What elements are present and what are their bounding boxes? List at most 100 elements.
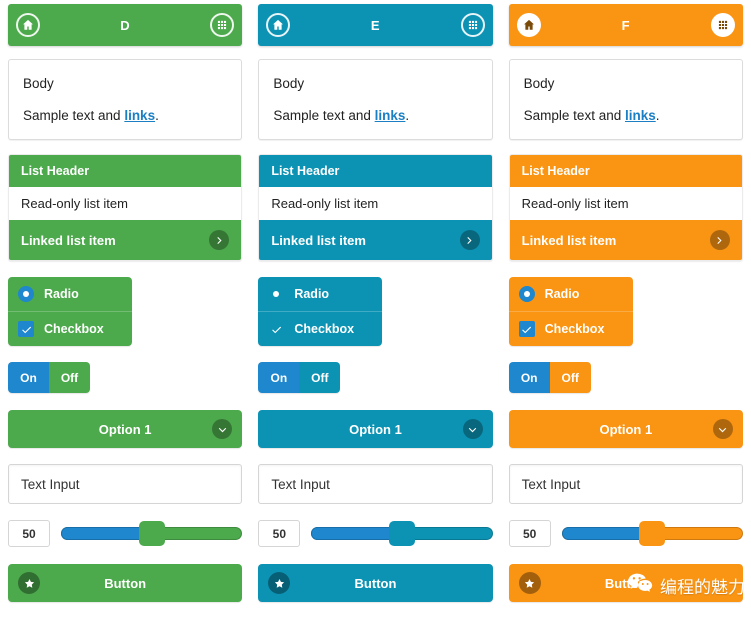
checkbox-label: Checkbox xyxy=(544,322,605,336)
radio-selected-icon[interactable] xyxy=(268,286,285,302)
grid-icon[interactable] xyxy=(710,13,735,37)
app-header-bar: F xyxy=(508,4,743,46)
chevron-right-icon xyxy=(209,230,230,250)
primary-button-label: Button xyxy=(354,575,397,591)
panel-text: Sample text and links. xyxy=(273,108,410,123)
chevron-down-icon xyxy=(712,419,733,439)
body-panel: Body Sample text and links. xyxy=(258,59,493,140)
list-item-readonly: Read-only list item xyxy=(9,187,242,220)
list-item-linked[interactable]: Linked list item xyxy=(259,220,492,260)
sample-link[interactable]: links xyxy=(625,108,656,123)
body-panel: Body Sample text and links. xyxy=(508,59,743,140)
primary-button[interactable]: Button xyxy=(258,564,493,602)
on-off-toggle[interactable]: On Off xyxy=(8,362,90,393)
radio-label: Radio xyxy=(44,287,79,301)
body-panel: Body Sample text and links. xyxy=(8,59,243,140)
text-input-value: Text Input xyxy=(521,476,581,492)
slider-track[interactable] xyxy=(311,521,493,546)
slider-thumb[interactable] xyxy=(639,521,666,546)
toggle-off-segment[interactable]: Off xyxy=(549,362,591,393)
slider-value-field[interactable]: 50 xyxy=(8,520,50,547)
text-input[interactable]: Text Input xyxy=(508,464,743,504)
on-off-toggle[interactable]: On Off xyxy=(258,362,341,393)
checkbox-checked-icon[interactable] xyxy=(268,321,285,337)
chevron-down-icon xyxy=(462,419,483,439)
page-title: D xyxy=(120,17,131,33)
page-title: F xyxy=(621,17,631,33)
slider-row: 50 xyxy=(8,520,243,547)
list-item-linked[interactable]: Linked list item xyxy=(9,220,242,260)
primary-button-label: Button xyxy=(104,575,147,591)
list-item-linked-label: Linked list item xyxy=(271,232,366,248)
panel-title: Body xyxy=(23,76,54,91)
option-select-value: Option 1 xyxy=(98,421,152,437)
list-item-linked[interactable]: Linked list item xyxy=(509,220,742,260)
option-select[interactable]: Option 1 xyxy=(258,410,493,448)
checkbox-row[interactable]: Checkbox xyxy=(258,311,383,346)
checkbox-checked-icon[interactable] xyxy=(518,321,535,337)
checkbox-checked-icon[interactable] xyxy=(18,321,34,337)
option-select[interactable]: Option 1 xyxy=(508,410,743,448)
text-input[interactable]: Text Input xyxy=(8,464,243,504)
grid-icon[interactable] xyxy=(210,13,235,37)
grid-icon[interactable] xyxy=(460,13,485,37)
radio-selected-icon[interactable] xyxy=(518,286,535,302)
radio-row[interactable]: Radio xyxy=(8,277,132,311)
radio-label: Radio xyxy=(544,287,580,301)
app-header-bar: D xyxy=(8,4,243,46)
home-icon[interactable] xyxy=(516,13,541,37)
panel-text: Sample text and links. xyxy=(523,108,660,123)
chevron-right-icon xyxy=(459,230,480,250)
primary-button[interactable]: Button xyxy=(508,564,743,602)
toggle-on-segment[interactable]: On xyxy=(8,362,49,393)
home-icon[interactable] xyxy=(16,13,40,37)
option-select-value: Option 1 xyxy=(349,421,402,437)
page-title: E xyxy=(370,17,381,33)
primary-button-label: Button xyxy=(604,575,647,591)
sample-link[interactable]: links xyxy=(375,108,406,123)
toggle-off-segment[interactable]: Off xyxy=(49,362,90,393)
checkbox-row[interactable]: Checkbox xyxy=(508,311,633,346)
slider-thumb[interactable] xyxy=(388,521,415,546)
list-header: List Header xyxy=(509,155,742,187)
slider-value-field[interactable]: 50 xyxy=(508,520,551,547)
text-input[interactable]: Text Input xyxy=(258,464,493,504)
theme-showcase-page: D Body Sample text and links. List Heade… xyxy=(0,0,751,624)
slider-track[interactable] xyxy=(561,521,743,546)
option-select[interactable]: Option 1 xyxy=(8,410,243,448)
checkbox-label: Checkbox xyxy=(44,322,104,336)
list-item-linked-label: Linked list item xyxy=(21,232,116,248)
slider-value-field[interactable]: 50 xyxy=(258,520,301,547)
on-off-toggle[interactable]: On Off xyxy=(508,362,591,393)
list-item-readonly: Read-only list item xyxy=(259,187,492,220)
app-header-bar: E xyxy=(258,4,493,46)
panel-text: Sample text and links. xyxy=(23,108,159,123)
choice-group: Radio Checkbox xyxy=(508,277,633,346)
slider-thumb[interactable] xyxy=(138,521,165,546)
chevron-right-icon xyxy=(709,230,730,250)
list-container: List Header Read-only list item Linked l… xyxy=(508,154,743,261)
slider-track[interactable] xyxy=(61,521,243,546)
text-input-value: Text Input xyxy=(271,476,330,492)
option-select-value: Option 1 xyxy=(599,421,653,437)
list-container: List Header Read-only list item Linked l… xyxy=(8,154,243,261)
theme-column-green: D Body Sample text and links. List Heade… xyxy=(0,0,250,624)
toggle-off-segment[interactable]: Off xyxy=(299,362,341,393)
primary-button[interactable]: Button xyxy=(8,564,243,602)
toggle-on-segment[interactable]: On xyxy=(258,362,300,393)
slider-row: 50 xyxy=(508,520,743,547)
theme-column-orange: F Body Sample text and links. List Heade… xyxy=(501,0,751,624)
panel-title: Body xyxy=(273,76,305,91)
checkbox-row[interactable]: Checkbox xyxy=(8,311,132,346)
home-icon[interactable] xyxy=(266,13,291,37)
sample-link[interactable]: links xyxy=(124,108,155,123)
toggle-on-segment[interactable]: On xyxy=(508,362,550,393)
theme-column-blue: E Body Sample text and links. List Heade… xyxy=(250,0,500,624)
slider-row: 50 xyxy=(258,520,493,547)
radio-row[interactable]: Radio xyxy=(509,277,633,311)
list-item-linked-label: Linked list item xyxy=(521,232,617,248)
radio-row[interactable]: Radio xyxy=(258,277,382,311)
list-header: List Header xyxy=(9,155,242,187)
radio-selected-icon[interactable] xyxy=(18,286,34,302)
list-container: List Header Read-only list item Linked l… xyxy=(258,154,493,261)
